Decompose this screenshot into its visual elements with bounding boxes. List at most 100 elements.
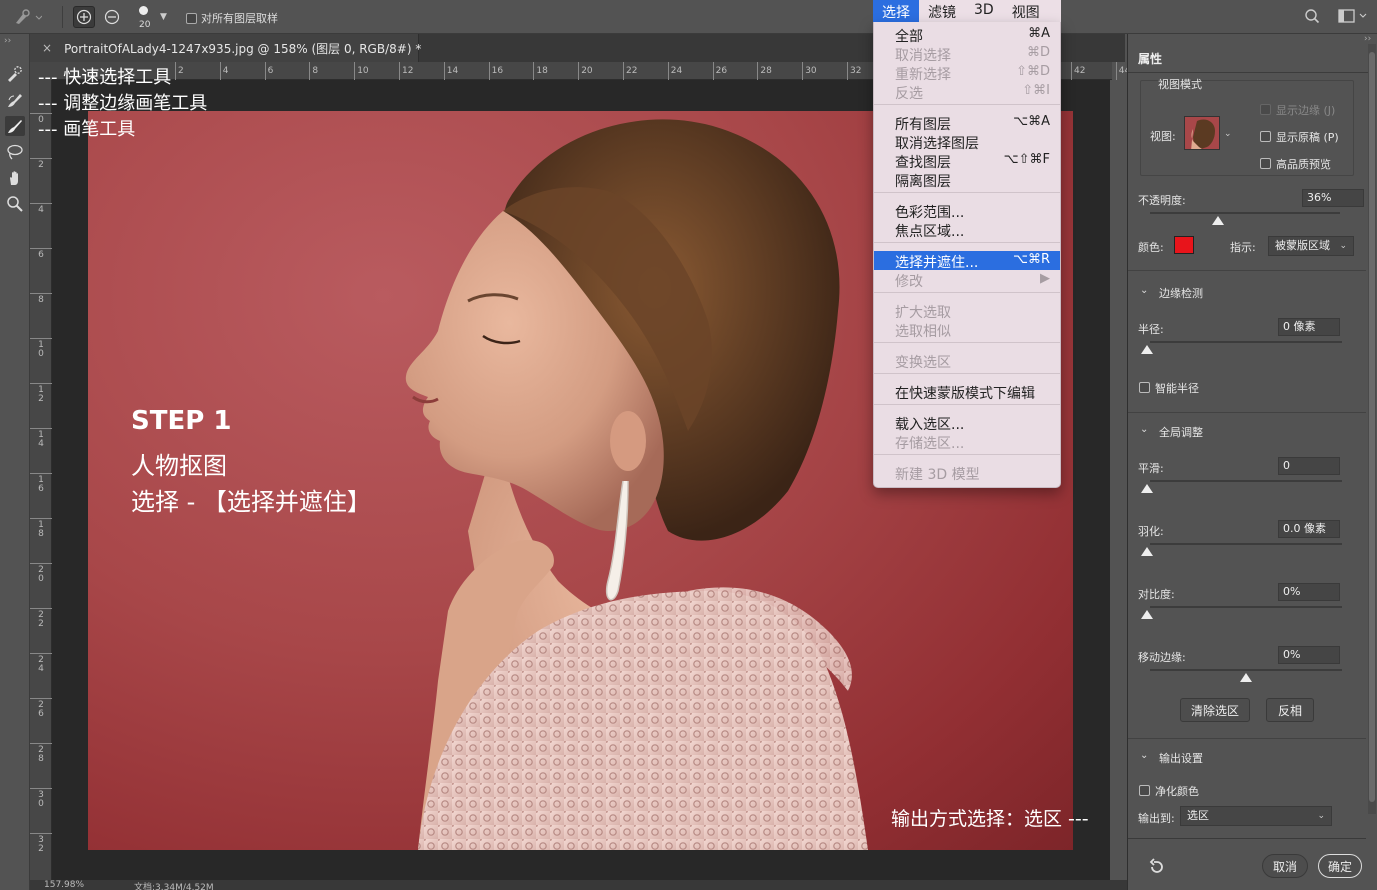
contrast-slider-thumb[interactable]	[1141, 610, 1153, 619]
radius-slider-track[interactable]	[1150, 341, 1342, 343]
ruler-tick-label: 12	[30, 383, 52, 404]
select-menu-item[interactable]: 查找图层 ⌥⇧⌘F	[874, 151, 1060, 171]
add-to-selection-button[interactable]	[73, 6, 95, 28]
brush-picker-chevron-down-icon[interactable]: ▼	[160, 12, 167, 22]
smart-radius-checkbox[interactable]	[1139, 382, 1150, 393]
ruler-tick-label: 22	[30, 608, 52, 629]
close-tab-icon[interactable]: ×	[42, 41, 52, 55]
mask-color-swatch[interactable]	[1174, 236, 1194, 254]
global-refine-title[interactable]: 全局调整	[1159, 424, 1203, 440]
sample-all-layers-checkbox[interactable]	[186, 12, 197, 24]
brush-preview-icon[interactable]	[139, 6, 148, 15]
select-menu-item[interactable]: 在快速蒙版模式下编辑	[874, 382, 1060, 402]
document-tab[interactable]: × PortraitOfALady4-1247x935.jpg @ 158% (…	[30, 34, 421, 62]
select-menu-item[interactable]: 取消选择图层	[874, 132, 1060, 152]
menu-item-shortcut: ⌘A	[1028, 26, 1050, 41]
menu-select[interactable]: 选择	[873, 0, 919, 22]
sample-all-layers-option[interactable]: 对所有图层取样	[186, 10, 278, 26]
select-menu-item[interactable]: 焦点区域...	[874, 220, 1060, 240]
properties-panel-title: 属性	[1130, 46, 1171, 71]
ok-button[interactable]: 确定	[1318, 854, 1362, 878]
menu-item-label: 重新选择	[895, 67, 951, 83]
show-edge-checkbox[interactable]	[1260, 104, 1271, 115]
color-label: 颜色:	[1138, 241, 1164, 254]
menu-filter[interactable]: 滤镜	[919, 0, 965, 22]
shift-edge-slider-thumb[interactable]	[1240, 673, 1252, 682]
step-line-1: 人物抠图	[131, 452, 227, 480]
clear-selection-button[interactable]: 清除选区	[1180, 698, 1250, 722]
contrast-input[interactable]: 0%	[1278, 583, 1340, 601]
cancel-button[interactable]: 取消	[1262, 854, 1308, 878]
invert-button[interactable]: 反相	[1266, 698, 1314, 722]
select-menu-item[interactable]: 全部 ⌘A	[874, 25, 1060, 45]
opacity-slider-track[interactable]	[1150, 212, 1340, 214]
ruler-tick-label: 20	[578, 62, 593, 80]
select-menu-item[interactable]: 隔离图层	[874, 170, 1060, 190]
shift-edge-input[interactable]: 0%	[1278, 646, 1340, 664]
show-edge-label: 显示边缘 (J)	[1276, 104, 1336, 117]
smooth-slider-thumb[interactable]	[1141, 484, 1153, 493]
output-to-select[interactable]: 选区 ⌄	[1180, 806, 1332, 826]
smooth-input[interactable]: 0	[1278, 457, 1340, 475]
view-mode-chevron-down-icon[interactable]: ⌄	[1224, 129, 1232, 139]
menu-separator	[874, 342, 1060, 343]
radius-slider-thumb[interactable]	[1141, 345, 1153, 354]
opacity-label: 不透明度:	[1138, 194, 1186, 207]
menu-3d[interactable]: 3D	[965, 0, 1003, 22]
hq-preview-label: 高品质预览	[1276, 158, 1331, 171]
zoom-tool-icon[interactable]	[5, 194, 25, 214]
view-mode-thumbnail[interactable]	[1184, 116, 1220, 150]
smooth-slider-track[interactable]	[1150, 480, 1342, 482]
indicate-select[interactable]: 被蒙版区域 ⌄	[1268, 236, 1354, 256]
select-menu-item[interactable]: 色彩范围...	[874, 201, 1060, 221]
shift-edge-slider-track[interactable]	[1150, 669, 1342, 671]
menu-bar: 选择 滤镜 3D 视图	[873, 0, 1061, 22]
menu-item-label: 反选	[895, 86, 923, 102]
contrast-slider-track[interactable]	[1150, 606, 1342, 608]
scrollbar-thumb[interactable]	[1369, 52, 1375, 802]
panel-scrollbar[interactable]	[1368, 44, 1376, 814]
refine-edge-brush-tool-icon[interactable]	[5, 90, 25, 110]
radius-input[interactable]: 0 像素	[1278, 318, 1340, 336]
lasso-tool-icon[interactable]	[5, 142, 25, 162]
search-icon[interactable]	[1304, 8, 1320, 27]
edge-detection-title[interactable]: 边缘检测	[1159, 285, 1203, 301]
subtract-from-selection-button[interactable]	[101, 6, 123, 28]
view-label: 视图:	[1150, 130, 1176, 143]
workspace-layout-icon[interactable]	[1338, 8, 1368, 27]
ruler-tick-label: 2	[175, 62, 184, 80]
menu-item-label: 所有图层	[895, 117, 951, 133]
brush-size-value: 20	[139, 20, 151, 30]
reset-icon[interactable]	[1148, 858, 1166, 879]
collapse-panel-icon[interactable]: ››	[1364, 34, 1371, 44]
select-menu-item[interactable]: 选择并遮住... ⌥⌘R	[874, 251, 1060, 271]
edge-detection-chevron-icon[interactable]: ⌄	[1140, 285, 1148, 296]
menu-view[interactable]: 视图	[1003, 0, 1049, 22]
feather-slider-track[interactable]	[1150, 543, 1342, 545]
submenu-arrow-icon: ▶	[1040, 271, 1050, 286]
output-settings-title[interactable]: 输出设置	[1159, 750, 1203, 766]
show-original-checkbox[interactable]	[1260, 131, 1271, 142]
global-refine-chevron-icon[interactable]: ⌄	[1140, 424, 1148, 435]
quick-selection-tool-icon[interactable]	[5, 64, 25, 84]
quick-selection-tool-preset-icon[interactable]	[12, 8, 43, 26]
decontaminate-checkbox[interactable]	[1139, 785, 1150, 796]
select-menu-item[interactable]: 载入选区...	[874, 413, 1060, 433]
menu-item-shortcut: ⇧⌘I	[1022, 83, 1050, 98]
feather-input[interactable]: 0.0 像素	[1278, 520, 1340, 538]
feather-slider-thumb[interactable]	[1141, 547, 1153, 556]
select-menu-item[interactable]: 所有图层 ⌥⌘A	[874, 113, 1060, 133]
menu-item-label: 焦点区域...	[895, 224, 965, 240]
opacity-input[interactable]: 36%	[1302, 189, 1364, 207]
hq-preview-checkbox[interactable]	[1260, 158, 1271, 169]
panel-header-divider	[1128, 72, 1368, 73]
zoom-level[interactable]: 157.98%	[44, 880, 84, 890]
opacity-slider-thumb[interactable]	[1212, 216, 1224, 225]
output-settings-chevron-icon[interactable]: ⌄	[1140, 750, 1148, 761]
hand-tool-icon[interactable]	[5, 168, 25, 188]
expand-panel-icon[interactable]: ››	[4, 36, 11, 46]
menu-item-label: 查找图层	[895, 155, 951, 171]
brush-tool-icon[interactable]	[5, 116, 25, 136]
ruler-tick-label: 22	[622, 62, 638, 80]
document-size[interactable]: 文档:3.34M/4.52M	[134, 880, 214, 890]
